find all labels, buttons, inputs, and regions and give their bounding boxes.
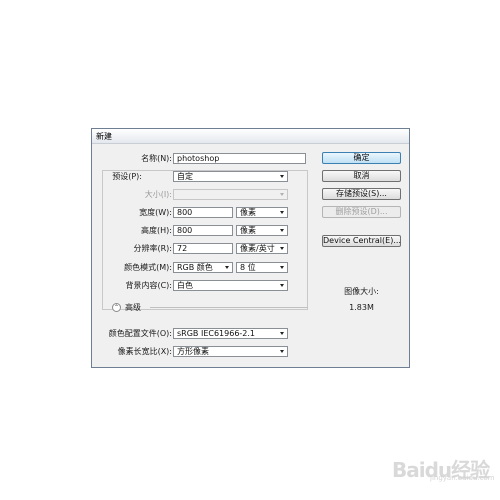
chevron-down-icon (280, 193, 284, 196)
bit-depth-select[interactable]: 8 位 (236, 262, 288, 273)
chevron-down-icon (225, 266, 229, 269)
device-central-button[interactable]: Device Central(E)... (322, 235, 401, 247)
pixel-aspect-value: 方形像素 (177, 347, 209, 356)
height-unit: 像素 (240, 226, 256, 235)
name-label: 名称(N): (141, 154, 172, 163)
name-value: photoshop (177, 154, 220, 163)
delete-preset-button[interactable]: 删除预设(D)... (322, 206, 401, 218)
height-value: 800 (177, 226, 193, 235)
width-value: 800 (177, 208, 193, 217)
color-mode-value: RGB 颜色 (177, 263, 213, 272)
image-size-value: 1.83M (349, 303, 374, 312)
chevron-down-icon (280, 284, 284, 287)
resolution-value: 72 (177, 244, 188, 253)
color-profile-label: 颜色配置文件(O): (108, 329, 172, 338)
chevron-down-icon (280, 211, 284, 214)
height-label: 高度(H): (141, 226, 172, 235)
height-input[interactable]: 800 (173, 225, 233, 236)
width-label: 宽度(W): (139, 208, 172, 217)
pixel-aspect-select[interactable]: 方形像素 (173, 346, 288, 357)
advanced-label: 高级 (125, 303, 141, 312)
resolution-unit: 像素/英寸 (240, 244, 275, 253)
advanced-divider (150, 307, 308, 308)
color-profile-select[interactable]: sRGB IEC61966-2.1 (173, 328, 288, 339)
background-value: 白色 (177, 281, 193, 290)
new-document-dialog: 新建 名称(N): photoshop 预设(P): 自定 大小(I): 宽度(… (91, 128, 410, 368)
color-profile-value: sRGB IEC61966-2.1 (177, 329, 256, 338)
advanced-toggle-button[interactable]: ⌃ (112, 303, 121, 312)
dialog-title: 新建 (96, 132, 112, 141)
height-unit-select[interactable]: 像素 (236, 225, 288, 236)
ok-button[interactable]: 确定 (322, 152, 401, 164)
name-input[interactable]: photoshop (173, 153, 306, 164)
image-size-label: 图像大小: (344, 287, 379, 296)
save-preset-button[interactable]: 存储预设(S)... (322, 188, 401, 200)
resolution-unit-select[interactable]: 像素/英寸 (236, 243, 288, 254)
chevron-down-icon (280, 332, 284, 335)
resolution-label: 分辨率(R): (133, 244, 173, 253)
preset-value: 自定 (177, 172, 193, 181)
chevron-down-icon (280, 247, 284, 250)
title-bar: 新建 (92, 129, 409, 144)
chevron-down-icon (280, 266, 284, 269)
chevron-down-icon (280, 229, 284, 232)
color-mode-label: 颜色模式(M): (124, 263, 172, 272)
width-unit-select[interactable]: 像素 (236, 207, 288, 218)
background-select[interactable]: 白色 (173, 280, 288, 291)
width-unit: 像素 (240, 208, 256, 217)
width-input[interactable]: 800 (173, 207, 233, 218)
preset-select[interactable]: 自定 (173, 171, 288, 182)
background-label: 背景内容(C): (125, 281, 172, 290)
chevron-down-icon (280, 350, 284, 353)
pixel-aspect-label: 像素长宽比(X): (117, 347, 172, 356)
size-select[interactable] (173, 189, 288, 200)
chevron-down-icon (280, 175, 284, 178)
color-mode-select[interactable]: RGB 颜色 (173, 262, 233, 273)
chevron-up-icon: ⌃ (113, 304, 120, 311)
cancel-button[interactable]: 取消 (322, 170, 401, 182)
size-label: 大小(I): (144, 190, 172, 199)
preset-label: 预设(P): (106, 171, 144, 182)
resolution-input[interactable]: 72 (173, 243, 233, 254)
bit-depth-value: 8 位 (240, 263, 256, 272)
watermark-url: jingyan.baidu.com (430, 474, 495, 482)
